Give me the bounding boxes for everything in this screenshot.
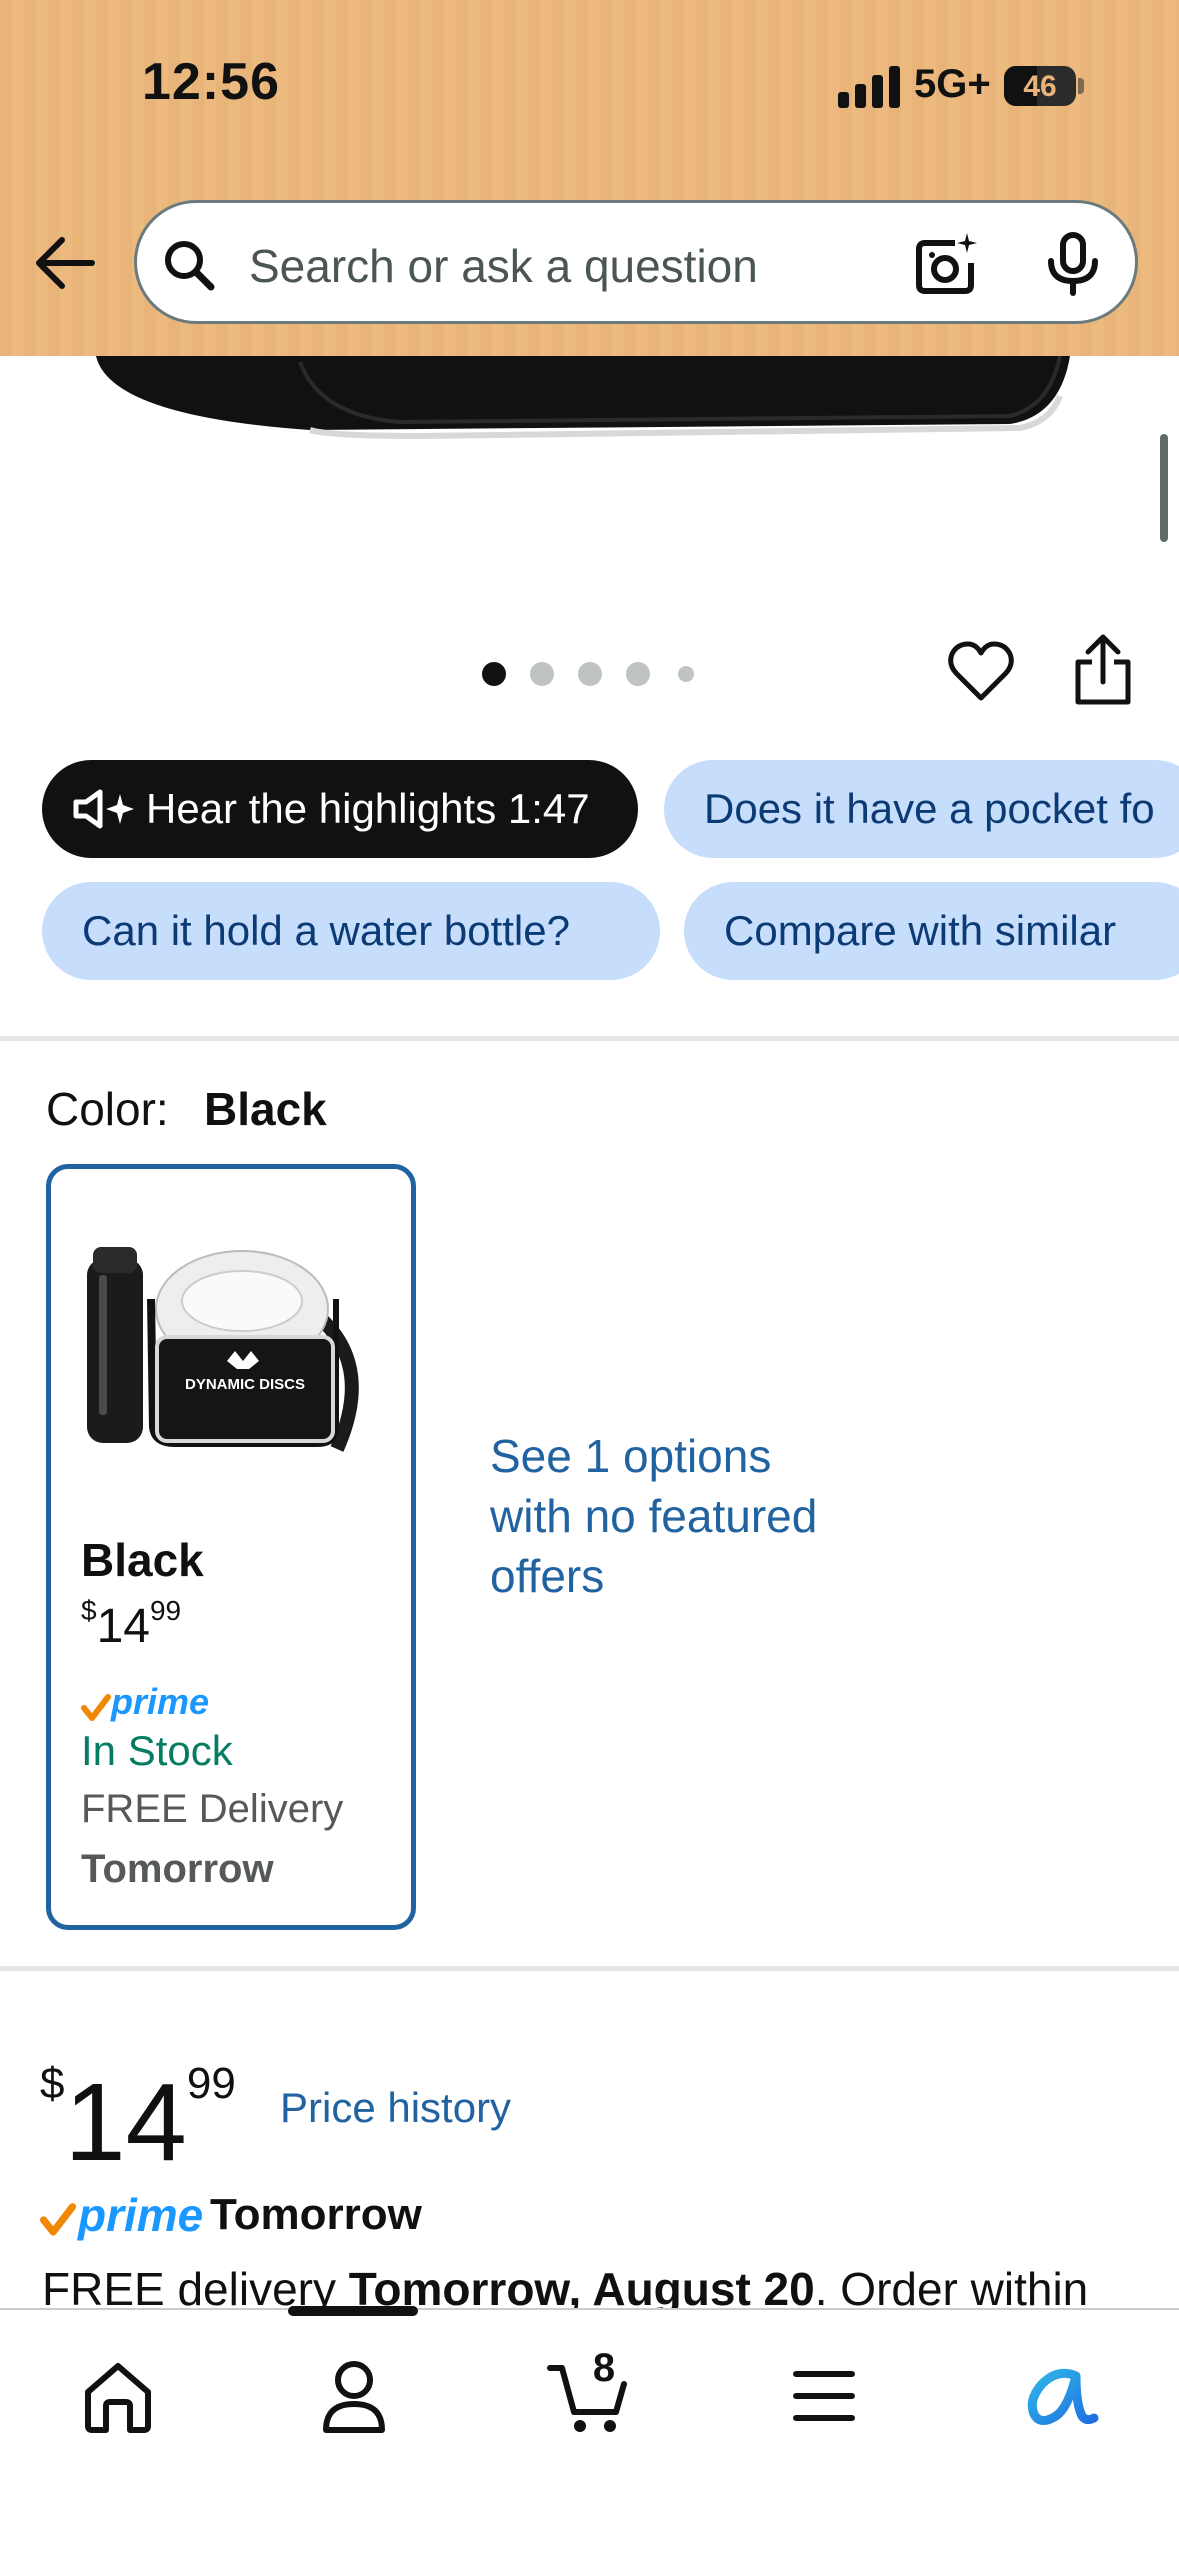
prime-label: prime xyxy=(78,2189,204,2241)
network-type: 5G+ xyxy=(914,62,991,106)
cellular-signal-icon xyxy=(838,64,904,108)
swatch-price-fraction: 99 xyxy=(149,1595,182,1626)
carousel-dot[interactable] xyxy=(678,666,694,682)
status-time: 12:56 xyxy=(142,53,280,111)
color-swatch-black[interactable]: DYNAMIC DISCS Black $1499 prime In Stock… xyxy=(46,1164,416,1930)
account-icon[interactable] xyxy=(312,2354,396,2438)
section-divider xyxy=(0,1966,1179,1971)
scrollbar-thumb[interactable] xyxy=(1160,434,1168,542)
chip-water-bottle-label: Can it hold a water bottle? xyxy=(82,907,570,954)
share-icon[interactable] xyxy=(1068,632,1138,708)
battery-nub xyxy=(1078,78,1084,94)
chip-compare-similar[interactable]: Compare with similar xyxy=(684,882,1179,980)
menu-icon[interactable] xyxy=(782,2354,866,2438)
camera-search-icon[interactable] xyxy=(911,229,981,299)
swatch-prime-label: prime xyxy=(111,1681,210,1722)
cart-button[interactable]: 8 xyxy=(546,2346,630,2438)
app-header: 12:56 5G+ 46 Search or ask a question xyxy=(0,0,1179,356)
battery-icon: 46 xyxy=(1004,66,1076,106)
rufus-icon[interactable] xyxy=(1018,2354,1102,2438)
back-arrow-icon[interactable] xyxy=(30,228,100,298)
chip-water-bottle-question[interactable]: Can it hold a water bottle? xyxy=(42,882,660,980)
carousel-dot[interactable] xyxy=(578,662,602,686)
swatch-delivery: FREE Delivery xyxy=(81,1787,344,1831)
price-whole: 14 xyxy=(64,2061,187,2184)
heart-icon[interactable] xyxy=(946,638,1016,708)
microphone-icon[interactable] xyxy=(1043,231,1103,297)
search-input[interactable]: Search or ask a question xyxy=(249,239,758,293)
battery-percent: 46 xyxy=(1023,70,1057,103)
swatch-price-currency: $ xyxy=(81,1595,97,1626)
section-divider xyxy=(0,1036,1179,1041)
swatch-brand-text: DYNAMIC DISCS xyxy=(185,1376,305,1393)
home-icon[interactable] xyxy=(76,2354,160,2438)
product-image[interactable] xyxy=(0,356,1179,456)
search-bar[interactable]: Search or ask a question xyxy=(134,200,1138,324)
carousel-dot[interactable] xyxy=(482,662,506,686)
cart-count-badge: 8 xyxy=(592,2346,616,2390)
carousel-dot[interactable] xyxy=(530,662,554,686)
chip-pocket-label: Does it have a pocket fo xyxy=(704,785,1155,832)
swatch-product-image: DYNAMIC DISCS xyxy=(87,1247,359,1452)
search-icon xyxy=(165,241,215,291)
price-currency: $ xyxy=(40,2059,65,2108)
chip-compare-label: Compare with similar xyxy=(724,907,1117,954)
see-options-link[interactable]: See 1 options with no featured offers xyxy=(490,1426,830,1606)
chip-pocket-question[interactable]: Does it have a pocket fo xyxy=(664,760,1179,858)
color-label: Color: xyxy=(46,1083,169,1135)
swatch-price: $1499 xyxy=(81,1595,181,1654)
swatch-delivery-day: Tomorrow xyxy=(81,1847,274,1891)
product-price: $1499 xyxy=(40,2024,236,2183)
prime-delivery-day: Tomorrow xyxy=(210,2190,422,2239)
color-selected-value: Black xyxy=(204,1083,327,1135)
price-history-link[interactable]: Price history xyxy=(280,2084,511,2132)
carousel-dot[interactable] xyxy=(626,662,650,686)
price-fraction: 99 xyxy=(186,2059,236,2108)
active-tab-indicator xyxy=(288,2306,418,2316)
speaker-sparkle-icon xyxy=(73,789,134,829)
hear-highlights-label: Hear the highlights 1:47 xyxy=(146,785,590,832)
hear-highlights-button[interactable]: Hear the highlights 1:47 xyxy=(42,760,638,858)
bottom-navigation: 8 xyxy=(0,2306,1179,2558)
prime-check-icon xyxy=(81,1694,111,1721)
prime-check-icon xyxy=(40,2203,76,2236)
swatch-color-name: Black xyxy=(81,1534,204,1586)
swatch-stock-status: In Stock xyxy=(81,1727,233,1774)
swatch-price-whole: 14 xyxy=(96,1600,150,1653)
